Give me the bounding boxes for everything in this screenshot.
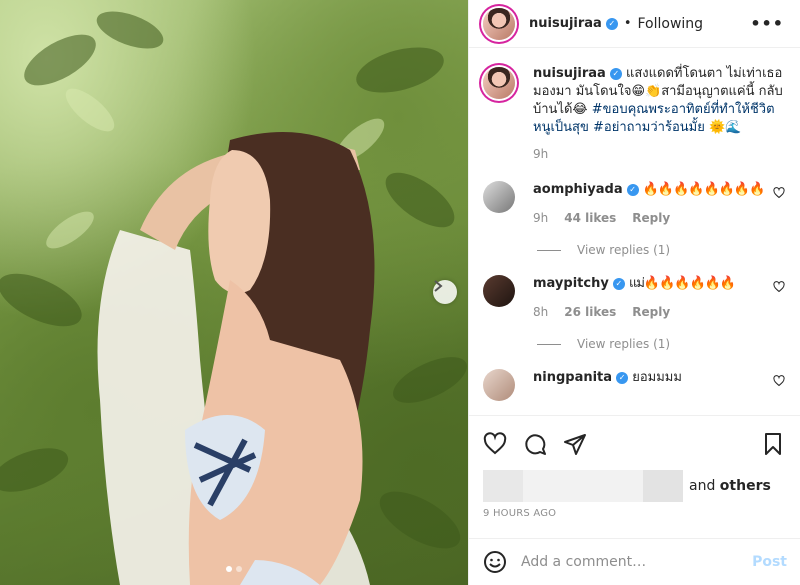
carousel-dot-active bbox=[226, 566, 232, 572]
caption-avatar[interactable] bbox=[483, 67, 515, 99]
comment-username[interactable]: maypitchy bbox=[533, 276, 609, 291]
next-photo-button[interactable] bbox=[433, 280, 457, 304]
bookmark-icon[interactable] bbox=[761, 432, 785, 456]
reply-button[interactable]: Reply bbox=[632, 305, 670, 319]
liker-name-censored bbox=[643, 470, 683, 502]
comment-likes[interactable]: 26 likes bbox=[564, 305, 616, 319]
verified-icon: ✓ bbox=[612, 277, 625, 290]
post-header: nuisujiraa ✓ • Following ••• bbox=[469, 0, 800, 48]
comment-time[interactable]: 8h bbox=[533, 305, 548, 319]
likes-summary[interactable]: and others bbox=[483, 470, 785, 502]
view-replies-button[interactable]: View replies (1) bbox=[537, 337, 785, 351]
view-replies-label: View replies (1) bbox=[577, 337, 671, 351]
more-options-icon[interactable]: ••• bbox=[750, 14, 784, 33]
instagram-post: nuisujiraa ✓ • Following ••• nuisujiraa ✓… bbox=[0, 0, 800, 585]
commenter-avatar[interactable] bbox=[483, 275, 515, 307]
chevron-right-icon bbox=[434, 280, 443, 292]
replies-divider bbox=[537, 343, 561, 345]
comment-text: ยอมมมม bbox=[632, 370, 682, 385]
share-icon[interactable] bbox=[563, 432, 587, 456]
replies-divider bbox=[537, 249, 561, 251]
verified-icon: ✓ bbox=[626, 183, 639, 196]
caption: nuisujiraa ✓ แสงแดดที่โดนตา ไม่เท่าเธอมอง… bbox=[483, 65, 785, 163]
commenter-avatar[interactable] bbox=[483, 369, 515, 401]
post-actions: and others 9 HOURS AGO bbox=[469, 415, 800, 519]
reply-button[interactable]: Reply bbox=[632, 211, 670, 225]
heart-icon[interactable] bbox=[483, 432, 507, 456]
author-username[interactable]: nuisujiraa bbox=[529, 16, 602, 31]
comment-like-heart-icon[interactable] bbox=[773, 187, 785, 199]
comments-section[interactable]: nuisujiraa ✓ แสงแดดที่โดนตา ไม่เท่าเธอมอง… bbox=[469, 49, 800, 415]
comment-icon[interactable] bbox=[523, 432, 547, 456]
carousel-dots bbox=[0, 566, 468, 572]
caption-emoji: 🌞🌊 bbox=[708, 120, 742, 135]
post-side-panel: nuisujiraa ✓ • Following ••• nuisujiraa ✓… bbox=[468, 0, 800, 585]
view-replies-button[interactable]: View replies (1) bbox=[537, 243, 785, 257]
comment-username[interactable]: ningpanita bbox=[533, 370, 612, 385]
following-button[interactable]: Following bbox=[638, 16, 704, 32]
emoji-icon[interactable] bbox=[483, 550, 507, 574]
hashtag-link[interactable]: #อย่าถามว่าร้อนมั้ย bbox=[593, 120, 705, 135]
comment-text: แม่🔥🔥🔥🔥🔥🔥 bbox=[628, 276, 736, 291]
verified-icon: ✓ bbox=[609, 67, 622, 80]
post-photo bbox=[0, 0, 468, 585]
add-comment-bar: Post bbox=[469, 538, 800, 585]
carousel-dot bbox=[236, 566, 242, 572]
add-comment-input[interactable] bbox=[521, 554, 753, 570]
comment-item: maypitchy ✓ แม่🔥🔥🔥🔥🔥🔥 8h 26 likes Reply bbox=[483, 275, 785, 319]
caption-username[interactable]: nuisujiraa bbox=[533, 66, 606, 81]
verified-icon: ✓ bbox=[616, 371, 629, 384]
likes-and: and bbox=[689, 478, 716, 494]
caption-time[interactable]: 9h bbox=[533, 145, 785, 163]
liker-avatar-censored bbox=[483, 470, 523, 502]
comment-time[interactable]: 9h bbox=[533, 211, 548, 225]
comment-item: ningpanita ✓ ยอมมมม bbox=[483, 369, 785, 401]
commenter-avatar[interactable] bbox=[483, 181, 515, 213]
likes-others-link[interactable]: others bbox=[720, 478, 771, 494]
comment-username[interactable]: aomphiyada bbox=[533, 182, 623, 197]
post-timestamp[interactable]: 9 HOURS AGO bbox=[483, 508, 785, 519]
header-separator: • bbox=[623, 16, 632, 31]
liker-name-censored bbox=[523, 470, 643, 502]
verified-icon: ✓ bbox=[605, 17, 618, 30]
comment-item: aomphiyada ✓ 🔥🔥🔥🔥🔥🔥🔥🔥 9h 44 likes Reply bbox=[483, 181, 785, 225]
author-avatar[interactable] bbox=[483, 7, 515, 40]
comment-text: 🔥🔥🔥🔥🔥🔥🔥🔥 bbox=[642, 182, 765, 197]
comment-like-heart-icon[interactable] bbox=[773, 375, 785, 387]
view-replies-label: View replies (1) bbox=[577, 243, 671, 257]
post-comment-button[interactable]: Post bbox=[752, 554, 787, 570]
photo-illustration bbox=[0, 11, 467, 585]
comment-like-heart-icon[interactable] bbox=[773, 281, 785, 293]
comment-likes[interactable]: 44 likes bbox=[564, 211, 616, 225]
